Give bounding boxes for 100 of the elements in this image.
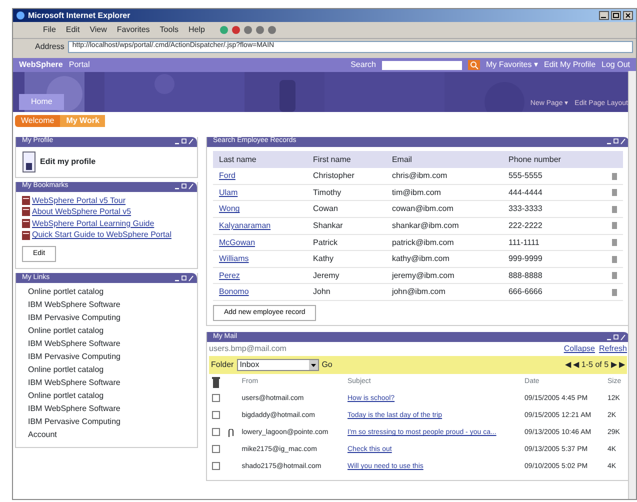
search-label: Search xyxy=(350,60,376,70)
toolbar-icon[interactable] xyxy=(230,25,241,35)
table-cell: Kathy xyxy=(307,250,386,268)
link-item[interactable]: IBM WebSphere Software xyxy=(28,339,191,352)
menu-item[interactable]: Help xyxy=(188,25,205,35)
mail-account: users.bmp@mail.com xyxy=(209,344,286,354)
bookmark-link[interactable]: WebSphere Portal v5 Tour xyxy=(32,196,126,206)
name-link[interactable]: Williams xyxy=(219,254,249,264)
table-cell: Patrick xyxy=(307,234,386,251)
table-cell: Timothy xyxy=(307,184,386,201)
name-link[interactable]: Ford xyxy=(219,171,236,180)
link-item[interactable]: Account xyxy=(28,430,191,444)
book-icon xyxy=(22,230,30,240)
name-link[interactable]: Wong xyxy=(219,204,240,214)
portlet-controls-icon[interactable] xyxy=(174,274,194,282)
maximize-icon[interactable] xyxy=(611,11,621,20)
table-cell: Cowan xyxy=(307,200,386,218)
menu-item[interactable]: Edit xyxy=(66,25,80,35)
name-link[interactable]: McGowan xyxy=(219,238,256,247)
folder-select[interactable]: Inbox xyxy=(236,358,319,371)
mail-action-link[interactable]: Refresh xyxy=(598,344,627,354)
checkbox[interactable] xyxy=(212,444,220,453)
portlet-controls-icon[interactable] xyxy=(606,138,626,146)
column-header: Last name xyxy=(213,150,308,168)
link-item[interactable]: IBM WebSphere Software xyxy=(28,404,191,418)
pager[interactable]: ◀ ◀ 1-5 of 5 ▶ ▶ xyxy=(564,360,625,370)
bookmark-link[interactable]: About WebSphere Portal v5 xyxy=(32,207,132,217)
table-cell: chris@ibm.com xyxy=(386,168,502,184)
column-header: Email xyxy=(386,150,502,168)
name-link[interactable]: Ulam xyxy=(219,188,238,197)
name-link[interactable]: Bonomo xyxy=(219,287,249,296)
table-cell: patrick@ibm.com xyxy=(386,234,502,251)
scrollbar[interactable] xyxy=(628,71,636,499)
checkbox[interactable] xyxy=(212,428,220,436)
go-link[interactable]: Go xyxy=(322,360,332,370)
profile-link[interactable]: Edit my profile xyxy=(40,156,96,166)
search-field[interactable] xyxy=(382,60,462,70)
table-cell: 555-5555 xyxy=(502,168,598,184)
link-item[interactable]: IBM Pervasive Computing xyxy=(28,313,191,326)
column-header: Phone number xyxy=(502,150,598,168)
header-link[interactable]: My Favorites ▾ xyxy=(486,60,538,70)
table-cell: 888-8888 xyxy=(502,267,598,284)
toolbar-icon[interactable] xyxy=(254,25,265,35)
bookmark-link[interactable]: WebSphere Portal Learning Guide xyxy=(32,218,154,228)
menu-item[interactable]: Favorites xyxy=(116,25,150,35)
table-cell: Shankar xyxy=(307,217,386,234)
link-item[interactable]: IBM WebSphere Software xyxy=(28,300,191,314)
table-cell: john@ibm.com xyxy=(386,284,502,300)
table-cell: 999-9999 xyxy=(502,250,598,268)
menu-item[interactable]: View xyxy=(90,25,107,35)
trash-icon[interactable] xyxy=(212,376,220,388)
table-cell: 444-4444 xyxy=(502,184,598,201)
table-cell: 111-1111 xyxy=(502,234,598,251)
link-item[interactable]: Online portlet catalog xyxy=(28,326,191,340)
table-cell: 333-3333 xyxy=(502,200,598,218)
table-cell: kathy@ibm.com xyxy=(386,250,502,268)
name-link[interactable]: Kalyanaraman xyxy=(219,220,271,230)
table-cell: Christopher xyxy=(307,168,386,184)
address-label: Address xyxy=(35,42,64,52)
checkbox[interactable] xyxy=(212,410,220,419)
brand-subtitle: Portal xyxy=(68,60,90,70)
dropdown-icon xyxy=(308,360,318,370)
link-item[interactable]: Online portlet catalog xyxy=(28,365,191,378)
window-title: Microsoft Internet Explorer xyxy=(28,10,130,20)
search-icon[interactable] xyxy=(468,60,480,70)
close-icon[interactable] xyxy=(623,11,633,20)
book-icon xyxy=(22,196,30,205)
bookmark-link[interactable]: Quick Start Guide to WebSphere Portal xyxy=(32,230,172,240)
table-cell: 666-6666 xyxy=(502,284,598,300)
portlet-controls-icon[interactable] xyxy=(174,138,194,146)
toolbar-icon[interactable] xyxy=(242,25,253,35)
header-link[interactable]: Edit My Profile xyxy=(544,60,596,70)
link-item[interactable]: Online portlet catalog xyxy=(28,391,191,404)
menu-item[interactable]: Tools xyxy=(160,25,178,35)
folder-label: Folder xyxy=(211,360,234,370)
minimize-icon[interactable] xyxy=(599,11,609,20)
table-cell: 222-2222 xyxy=(502,217,598,234)
link-item[interactable]: IBM Pervasive Computing xyxy=(28,417,191,430)
portlet-controls-icon[interactable] xyxy=(174,183,194,190)
mail-action-link[interactable]: Collapse xyxy=(564,344,595,354)
table-cell: tim@ibm.com xyxy=(386,184,502,201)
book-icon xyxy=(22,219,30,228)
portlet-controls-icon[interactable] xyxy=(606,334,626,341)
link-item[interactable]: Online portlet catalog xyxy=(28,287,191,300)
table-cell: shankar@ibm.com xyxy=(386,217,502,234)
name-link[interactable]: Perez xyxy=(219,270,240,280)
book-icon xyxy=(22,207,30,216)
brand-name: WebSphere xyxy=(19,60,63,70)
link-item[interactable]: IBM WebSphere Software xyxy=(28,378,191,392)
checkbox[interactable] xyxy=(212,394,220,402)
menu-item[interactable]: File xyxy=(43,25,56,35)
checkbox[interactable] xyxy=(212,462,220,470)
toolbar-icon[interactable] xyxy=(266,25,277,35)
link-item[interactable]: IBM Pervasive Computing xyxy=(28,352,191,366)
table-cell: cowan@ibm.com xyxy=(386,200,502,218)
folder-value: Inbox xyxy=(240,360,260,370)
table-cell: jeremy@ibm.com xyxy=(386,267,502,284)
header-link[interactable]: Log Out xyxy=(602,60,630,70)
column-header: First name xyxy=(307,150,386,168)
table-cell: John xyxy=(307,284,386,300)
